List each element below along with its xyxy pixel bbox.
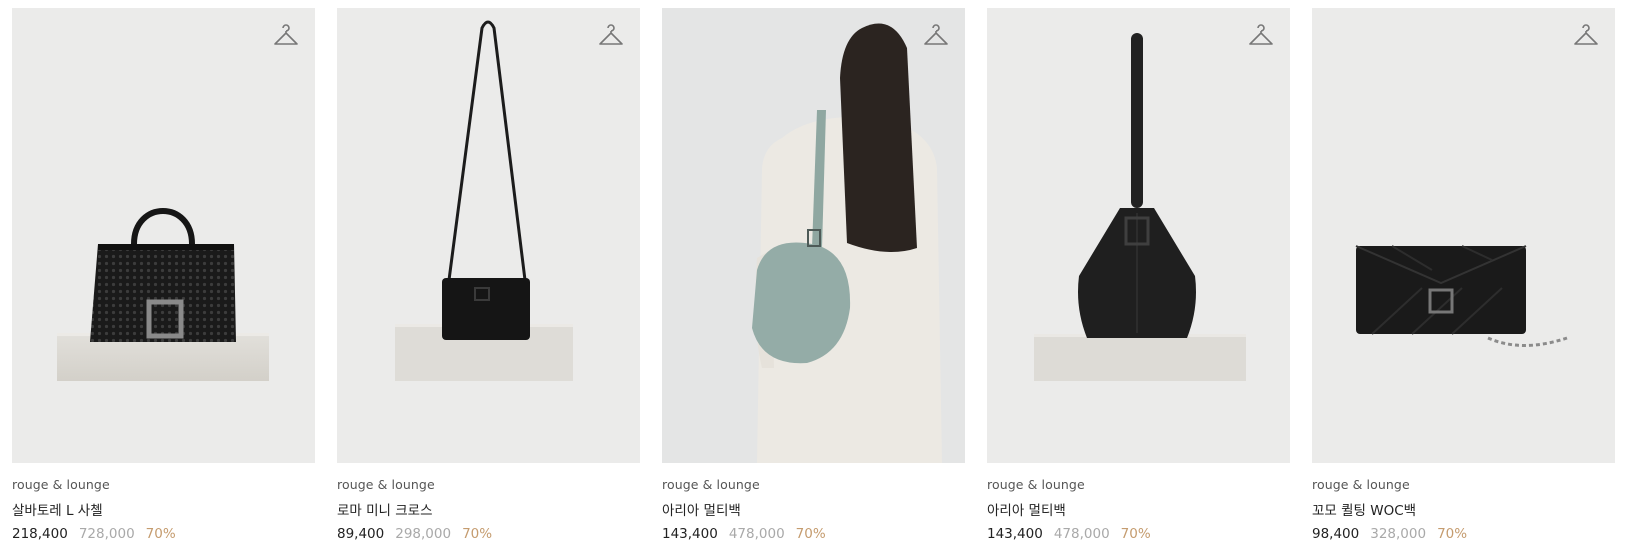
original-price: 478,000 [1053, 526, 1110, 542]
sale-price: 143,400 [987, 526, 1043, 542]
sale-price: 143,400 [662, 526, 718, 542]
hanger-icon[interactable] [273, 24, 299, 48]
product-image[interactable] [337, 8, 640, 463]
brand-name: rouge & lounge [987, 477, 1085, 492]
hanger-icon[interactable] [598, 24, 624, 48]
product-grid: rouge & lounge 살바토레 L 사첼 218,400 728,000… [12, 8, 1618, 549]
product-name[interactable]: 살바토레 L 사첼 [12, 499, 315, 519]
hanger-icon[interactable] [1573, 24, 1599, 48]
product-image[interactable] [12, 8, 315, 463]
crossbody-bag-image [395, 20, 573, 381]
product-name[interactable]: 꼬모 퀼팅 WOC백 [1312, 499, 1615, 519]
product-card[interactable]: rouge & lounge 아리아 멀티백 143,400 478,000 7… [987, 8, 1290, 549]
original-price: 478,000 [728, 526, 785, 542]
discount-rate: 70% [1120, 526, 1151, 542]
original-price: 728,000 [78, 526, 135, 542]
discount-rate: 70% [462, 526, 493, 542]
hanger-icon[interactable] [1248, 24, 1274, 48]
product-name[interactable]: 로마 미니 크로스 [337, 499, 640, 519]
original-price: 328,000 [1370, 526, 1427, 542]
brand-name: rouge & lounge [337, 477, 435, 492]
satchel-bag-image [57, 208, 269, 381]
discount-rate: 70% [145, 526, 176, 542]
sale-price: 89,400 [337, 526, 385, 542]
brand-name: rouge & lounge [1312, 477, 1410, 492]
product-name[interactable]: 아리아 멀티백 [987, 499, 1290, 519]
price-row: 143,400 478,000 70% [987, 526, 1290, 542]
original-price: 298,000 [395, 526, 452, 542]
price-row: 98,400 328,000 70% [1312, 526, 1615, 542]
product-card[interactable]: rouge & lounge 아리아 멀티백 143,400 478,000 7… [662, 8, 965, 549]
product-name[interactable]: 아리아 멀티백 [662, 499, 965, 519]
discount-rate: 70% [795, 526, 826, 542]
product-image[interactable] [662, 8, 965, 463]
price-row: 218,400 728,000 70% [12, 526, 315, 542]
sale-price: 218,400 [12, 526, 68, 542]
sale-price: 98,400 [1312, 526, 1360, 542]
multi-bag-image [1034, 33, 1246, 381]
product-card[interactable]: rouge & lounge 꼬모 퀼팅 WOC백 98,400 328,000… [1312, 8, 1615, 549]
model-with-bag-image [662, 8, 965, 463]
product-image[interactable] [1312, 8, 1615, 463]
price-row: 143,400 478,000 70% [662, 526, 965, 542]
brand-name: rouge & lounge [12, 477, 110, 492]
quilted-woc-bag-image [1355, 245, 1568, 347]
price-row: 89,400 298,000 70% [337, 526, 640, 542]
product-image[interactable] [987, 8, 1290, 463]
product-card[interactable]: rouge & lounge 로마 미니 크로스 89,400 298,000 … [337, 8, 640, 549]
brand-name: rouge & lounge [662, 477, 760, 492]
hanger-icon[interactable] [923, 24, 949, 48]
discount-rate: 70% [1437, 526, 1468, 542]
product-card[interactable]: rouge & lounge 살바토레 L 사첼 218,400 728,000… [12, 8, 315, 549]
